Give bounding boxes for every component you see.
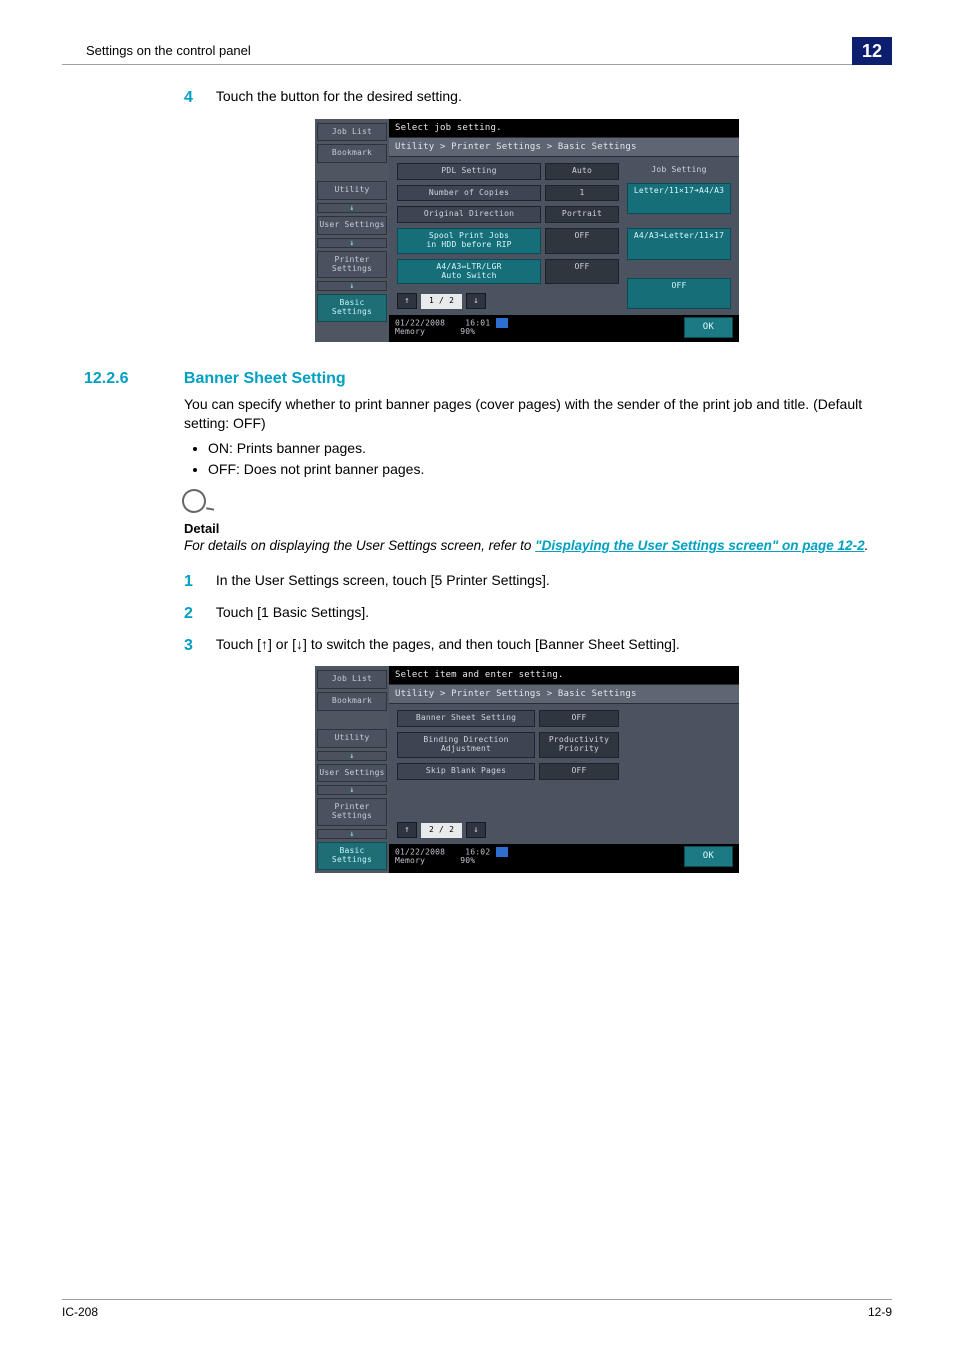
magnifier-icon [178, 484, 211, 517]
status-icon [496, 847, 508, 857]
note-label: Detail [184, 520, 870, 538]
setting-label: Banner Sheet Setting [397, 710, 535, 727]
section-heading: 12.2.6 Banner Sheet Setting [84, 368, 870, 390]
status-bar: 01/22/2008 16:02 Memory 90% [395, 847, 508, 866]
step-number: 2 [184, 603, 212, 625]
page-down-button[interactable]: ↓ [466, 822, 486, 838]
job-setting-option[interactable]: OFF [627, 278, 731, 310]
setting-row[interactable]: A4/A3⇔LTR/LGR Auto Switch OFF [397, 259, 619, 285]
setting-value: OFF [539, 763, 619, 780]
breadcrumb: Utility > Printer Settings > Basic Setti… [389, 137, 739, 157]
job-setting-option[interactable]: A4/A3➜Letter/11×17 [627, 228, 731, 260]
step-text: Touch [↑] or [↓] to switch the pages, an… [216, 635, 870, 654]
page-footer: IC-208 12-9 [62, 1299, 892, 1320]
arrow-down-icon: ↓ [317, 281, 387, 291]
ok-button[interactable]: OK [684, 846, 733, 866]
bookmark-button[interactable]: Bookmark [317, 692, 387, 711]
job-list-button[interactable]: Job List [317, 670, 387, 689]
setting-row[interactable]: PDL Setting Auto [397, 163, 619, 180]
breadcrumb: Utility > Printer Settings > Basic Setti… [389, 684, 739, 704]
note-body: For details on displaying the User Setti… [184, 537, 870, 555]
basic-settings-crumb[interactable]: Basic Settings [317, 294, 387, 322]
utility-crumb[interactable]: Utility [317, 181, 387, 200]
user-settings-crumb[interactable]: User Settings [317, 764, 387, 783]
setting-row[interactable]: Binding Direction Adjustment Productivit… [397, 732, 619, 758]
screen-message: Select job setting. [389, 119, 739, 137]
setting-label: Skip Blank Pages [397, 763, 535, 780]
setting-value: Productivity Priority [539, 732, 619, 758]
device-screenshot-1: Job List Bookmark Utility ↓ User Setting… [315, 119, 739, 342]
job-setting-option[interactable]: Letter/11×17➜A4/A3 [627, 183, 731, 215]
setting-value: Auto [545, 163, 619, 180]
ok-button[interactable]: OK [684, 317, 733, 337]
arrow-down-icon: ↓ [317, 785, 387, 795]
chapter-number-box: 12 [852, 37, 892, 65]
device-left-panel: Job List Bookmark Utility ↓ User Setting… [315, 666, 389, 872]
step-3: 3 Touch [↑] or [↓] to switch the pages, … [184, 635, 870, 657]
step-4: 4 Touch the button for the desired setti… [184, 87, 870, 109]
setting-label: A4/A3⇔LTR/LGR Auto Switch [397, 259, 541, 285]
setting-row[interactable]: Original Direction Portrait [397, 206, 619, 223]
step-text: Touch [1 Basic Settings]. [216, 603, 870, 622]
printer-settings-crumb[interactable]: Printer Settings [317, 251, 387, 279]
list-item: ON: Prints banner pages. [208, 439, 870, 458]
section-title: Banner Sheet Setting [184, 370, 346, 387]
setting-value: OFF [545, 228, 619, 254]
page-indicator: 1 / 2 [421, 294, 462, 309]
user-settings-crumb[interactable]: User Settings [317, 216, 387, 235]
job-list-button[interactable]: Job List [317, 123, 387, 142]
setting-row[interactable]: Number of Copies 1 [397, 185, 619, 202]
pager: ↑ 1 / 2 ↓ [397, 293, 619, 309]
setting-label: Original Direction [397, 206, 541, 223]
setting-row[interactable]: Banner Sheet Setting OFF [397, 710, 619, 727]
step-text: In the User Settings screen, touch [5 Pr… [216, 571, 870, 590]
step-number: 1 [184, 571, 212, 593]
list-item: OFF: Does not print banner pages. [208, 460, 870, 479]
step-text: Touch the button for the desired setting… [216, 87, 870, 106]
note-block: Detail For details on displaying the Use… [184, 489, 870, 556]
page-up-button[interactable]: ↑ [397, 293, 417, 309]
page-down-button[interactable]: ↓ [466, 293, 486, 309]
setting-row[interactable]: Skip Blank Pages OFF [397, 763, 619, 780]
setting-label: Number of Copies [397, 185, 541, 202]
pager: ↑ 2 / 2 ↓ [397, 822, 619, 838]
setting-value: OFF [539, 710, 619, 727]
status-icon [496, 318, 508, 328]
setting-value: OFF [545, 259, 619, 285]
screen-message: Select item and enter setting. [389, 666, 739, 684]
arrow-down-icon: ↓ [317, 751, 387, 761]
device-screenshot-2: Job List Bookmark Utility ↓ User Setting… [315, 666, 739, 872]
device-left-panel: Job List Bookmark Utility ↓ User Setting… [315, 119, 389, 342]
setting-label: Spool Print Jobs in HDD before RIP [397, 228, 541, 254]
setting-row[interactable]: Spool Print Jobs in HDD before RIP OFF [397, 228, 619, 254]
status-bar: 01/22/2008 16:01 Memory 90% [395, 318, 508, 337]
setting-label: PDL Setting [397, 163, 541, 180]
setting-value: 1 [545, 185, 619, 202]
step-number: 3 [184, 635, 212, 657]
section-intro: You can specify whether to print banner … [184, 395, 870, 433]
arrow-down-icon: ↓ [317, 203, 387, 213]
arrow-down-icon: ↓ [317, 829, 387, 839]
right-col-head: Job Setting [627, 163, 731, 178]
printer-settings-crumb[interactable]: Printer Settings [317, 798, 387, 826]
section-number: 12.2.6 [84, 368, 180, 390]
step-number: 4 [184, 87, 212, 109]
page-indicator: 2 / 2 [421, 823, 462, 838]
step-2: 2 Touch [1 Basic Settings]. [184, 603, 870, 625]
basic-settings-crumb[interactable]: Basic Settings [317, 842, 387, 870]
running-title: Settings on the control panel [86, 42, 251, 60]
bookmark-button[interactable]: Bookmark [317, 144, 387, 163]
setting-label: Binding Direction Adjustment [397, 732, 535, 758]
setting-value: Portrait [545, 206, 619, 223]
footer-right: 12-9 [868, 1304, 892, 1320]
utility-crumb[interactable]: Utility [317, 729, 387, 748]
footer-left: IC-208 [62, 1304, 98, 1320]
bullet-list: ON: Prints banner pages. OFF: Does not p… [184, 439, 870, 479]
running-header: Settings on the control panel 12 [62, 36, 892, 65]
page-up-button[interactable]: ↑ [397, 822, 417, 838]
arrow-down-icon: ↓ [317, 238, 387, 248]
step-1: 1 In the User Settings screen, touch [5 … [184, 571, 870, 593]
cross-ref-link[interactable]: "Displaying the User Settings screen" on… [535, 538, 864, 553]
